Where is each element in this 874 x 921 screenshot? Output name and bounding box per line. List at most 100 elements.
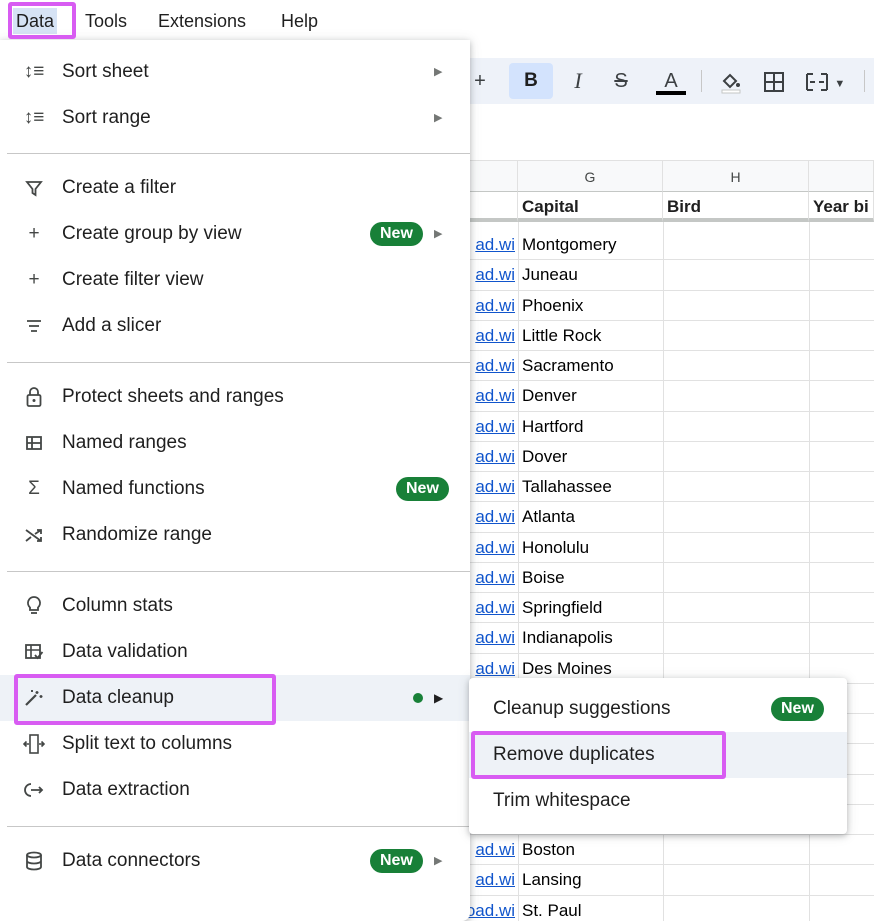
submenu-arrow-icon: ▶ [434,66,443,78]
lock-icon [20,374,48,420]
capital-cell[interactable]: Honolulu [518,533,662,562]
menu-item-label: Sort range [62,107,151,128]
menu-item-label: Create group by view [62,223,242,244]
text-color-swatch [656,91,686,95]
split-icon [20,721,48,767]
menu-item-data-extraction[interactable]: Data extraction [0,767,470,813]
submenu-arrow-icon: ▶ [434,855,443,867]
capital-cell[interactable]: Hartford [518,412,662,441]
status-dot [413,693,423,703]
header-cell-year[interactable]: Year bi [809,192,874,222]
extraction-icon [20,767,48,813]
menu-item-create-filter-view[interactable]: + Create filter view [0,257,470,303]
bold-button[interactable]: B [509,63,553,99]
menu-item-label: Data cleanup [62,687,174,708]
menu-tools[interactable]: Tools [82,8,130,34]
menu-item-data-validation[interactable]: Data validation [0,629,470,675]
submenu-item-remove-duplicates[interactable]: Remove duplicates [469,732,847,778]
column-header-i[interactable] [809,160,874,192]
capital-cell[interactable]: Sacramento [518,351,662,380]
menu-item-column-stats[interactable]: Column stats [0,583,470,629]
header-cell-bird[interactable]: Bird [663,192,809,222]
menu-data[interactable]: Data [13,8,58,34]
capital-cell[interactable]: Juneau [518,260,662,289]
italic-button[interactable]: I [562,58,594,104]
database-icon [20,838,48,884]
chevron-down-icon: ▼ [834,78,846,90]
menu-item-create-group-by-view[interactable]: + Create group by view New ▶ [0,211,470,257]
capital-cell[interactable]: Boise [518,563,662,592]
text-color-button[interactable]: A [652,58,690,104]
submenu-arrow-icon: ▶ [434,228,443,240]
capital-cell[interactable]: Denver [518,381,662,410]
menu-divider [7,826,470,827]
capital-cell[interactable]: Springfield [518,593,662,622]
magic-wand-icon [20,675,48,721]
zoom-plus-button[interactable]: + [466,58,494,104]
capital-cell[interactable]: Boston [518,835,662,864]
column-header-h[interactable]: H [663,160,809,192]
new-badge: New [771,697,824,721]
menu-item-create-filter[interactable]: Create a filter [0,165,470,211]
lightbulb-icon [20,583,48,629]
capital-cell[interactable]: Tallahassee [518,472,662,501]
capital-cell[interactable]: St. Paul [518,896,662,921]
menu-item-label: Data extraction [62,779,190,800]
sort-icon: ↕≡ [23,107,45,128]
menu-bar: Data Tools Extensions Help [0,0,874,40]
menu-item-label: Data connectors [62,850,201,871]
toolbar-separator [864,70,865,92]
menu-item-label: Add a slicer [62,315,162,336]
menu-item-label: Create filter view [62,269,204,290]
menu-item-sort-sheet[interactable]: ↕≡ Sort sheet ▶ [0,49,470,95]
capital-cell[interactable]: Montgomery [518,230,662,259]
menu-item-data-connectors[interactable]: Data connectors New ▶ [0,838,470,884]
menu-item-label: Protect sheets and ranges [62,386,284,407]
menu-item-add-slicer[interactable]: Add a slicer [0,303,470,349]
menu-divider [7,153,470,154]
submenu-item-cleanup-suggestions[interactable]: Cleanup suggestions New [469,686,847,732]
new-badge: New [396,477,449,501]
submenu-item-trim-whitespace[interactable]: Trim whitespace [469,778,847,824]
merge-cells-button[interactable]: ▼ [800,58,850,104]
paint-bucket-icon [721,73,741,94]
strikethrough-button[interactable]: S [605,58,637,104]
menu-item-label: Randomize range [62,524,212,545]
text-color-label: A [664,70,678,92]
fill-color-button[interactable] [713,58,749,104]
menu-extensions[interactable]: Extensions [155,8,249,34]
data-menu: ↕≡ Sort sheet ▶ ↕≡ Sort range ▶ Create a… [0,40,470,921]
borders-button[interactable] [756,58,792,104]
menu-item-split-text[interactable]: Split text to columns [0,721,470,767]
validation-icon [20,629,48,675]
menu-item-sort-range[interactable]: ↕≡ Sort range ▶ [0,95,470,141]
menu-help[interactable]: Help [278,8,321,34]
menu-item-label: Named ranges [62,432,187,453]
sort-icon: ↕≡ [23,61,45,82]
column-header-g[interactable]: G [518,160,663,192]
submenu-item-label: Remove duplicates [493,744,655,765]
menu-item-label: Named functions [62,478,205,499]
menu-item-label: Split text to columns [62,733,233,754]
header-cell-capital[interactable]: Capital [518,192,663,222]
capital-cell[interactable]: Little Rock [518,321,662,350]
submenu-item-label: Cleanup suggestions [493,698,671,719]
capital-cell[interactable]: Indianapolis [518,623,662,652]
capital-cell[interactable]: Atlanta [518,502,662,531]
capital-cell[interactable]: Lansing [518,865,662,894]
capital-cell[interactable]: Dover [518,442,662,471]
menu-item-named-ranges[interactable]: Named ranges [0,420,470,466]
menu-item-randomize-range[interactable]: Randomize range [0,512,470,558]
toolbar-separator [701,70,702,92]
menu-item-data-cleanup[interactable]: Data cleanup ▶ [0,675,470,721]
plus-icon: + [28,269,40,290]
new-badge: New [370,849,423,873]
borders-icon [764,71,784,92]
named-ranges-icon [20,420,48,466]
submenu-arrow-icon: ▶ [434,691,444,705]
menu-divider [7,571,470,572]
capital-cell[interactable]: Phoenix [518,291,662,320]
menu-item-named-functions[interactable]: Σ Named functions New [0,466,470,512]
data-cleanup-submenu: Cleanup suggestions New Remove duplicate… [469,678,847,834]
menu-item-protect-sheets[interactable]: Protect sheets and ranges [0,374,470,420]
